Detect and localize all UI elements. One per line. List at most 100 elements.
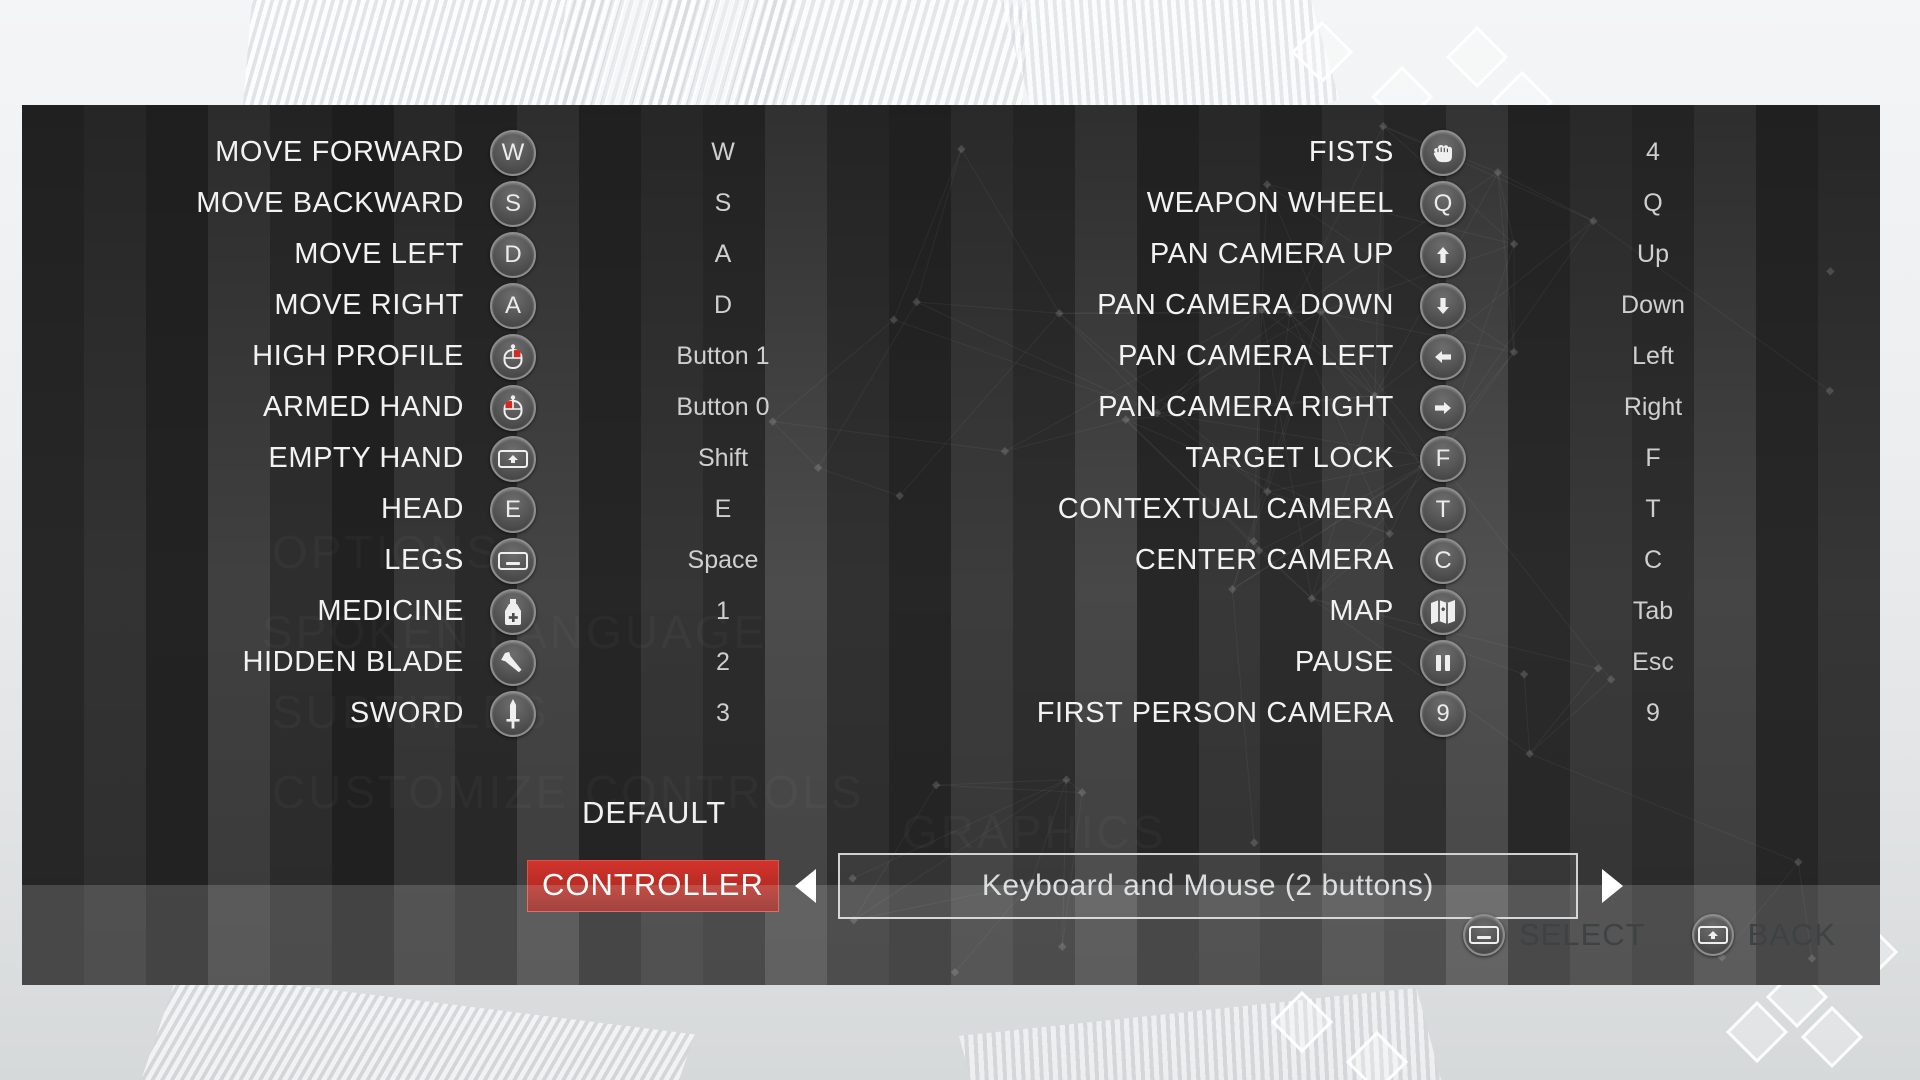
- binding-key-name: S: [714, 189, 732, 217]
- binding-key-name: 4: [1646, 138, 1660, 166]
- binding-badge-cell: [482, 333, 544, 380]
- key-badge-d[interactable]: D: [490, 231, 536, 278]
- feather-shape: [958, 987, 1462, 1080]
- binding-row[interactable]: MOVE FORWARD W W: [22, 127, 842, 178]
- binding-row[interactable]: TARGET LOCK F F: [952, 433, 1772, 484]
- binding-action-label: FIRST PERSON CAMERA: [1036, 697, 1394, 729]
- binding-key-name: Up: [1637, 240, 1669, 268]
- binding-key-name: E: [714, 495, 732, 523]
- binding-badge-cell: [482, 690, 544, 737]
- binding-action-label: PAUSE: [1294, 646, 1394, 678]
- binding-row[interactable]: MEDICINE 1: [22, 586, 842, 637]
- binding-action-label: PAN CAMERA RIGHT: [1098, 391, 1394, 423]
- shift-key-icon[interactable]: [490, 435, 536, 482]
- key-badge-e[interactable]: E: [490, 486, 536, 533]
- arrow-right-icon[interactable]: [1420, 384, 1466, 431]
- key-badge-c[interactable]: C: [1420, 537, 1466, 584]
- binding-badge-cell: [482, 435, 544, 482]
- binding-row[interactable]: HIGH PROFILE Button 1: [22, 331, 842, 382]
- binding-key-name: F: [1645, 444, 1661, 472]
- binding-row[interactable]: PAN CAMERA RIGHT Right: [952, 382, 1772, 433]
- preset-default-label[interactable]: DEFAULT: [582, 795, 726, 831]
- binding-row[interactable]: MAP Tab: [952, 586, 1772, 637]
- shift-key-icon: [1691, 914, 1734, 956]
- binding-row[interactable]: LEGS Space: [22, 535, 842, 586]
- binding-action-label: PAN CAMERA LEFT: [1118, 340, 1394, 372]
- binding-action-label: HIGH PROFILE: [252, 340, 464, 372]
- binding-action-label: LEGS: [384, 544, 464, 576]
- diamond-shape: [1445, 25, 1509, 89]
- arrow-up-icon[interactable]: [1420, 231, 1466, 278]
- binding-key-name: Left: [1632, 342, 1674, 370]
- mouse-right-button-icon[interactable]: [490, 333, 536, 380]
- binding-row[interactable]: PAN CAMERA UP Up: [952, 229, 1772, 280]
- key-badge-a[interactable]: A: [490, 282, 536, 329]
- potion-bottle-icon[interactable]: [490, 588, 536, 635]
- key-badge-label: C: [1434, 546, 1452, 574]
- binding-action-label: WEAPON WHEEL: [1146, 187, 1394, 219]
- binding-row[interactable]: SWORD 3: [22, 688, 842, 739]
- key-badge-label: F: [1435, 444, 1451, 472]
- binding-action-label: MOVE LEFT: [294, 238, 464, 270]
- binding-row[interactable]: FIRST PERSON CAMERA 9 9: [952, 688, 1772, 739]
- binding-row[interactable]: ARMED HAND Button 0: [22, 382, 842, 433]
- space-key-icon: [1462, 914, 1505, 956]
- binding-action-label: MAP: [1329, 595, 1394, 627]
- binding-badge-cell: [1412, 282, 1474, 329]
- binding-key-name: 3: [716, 699, 730, 727]
- binding-action-label: CENTER CAMERA: [1134, 544, 1394, 576]
- binding-badge-cell: T: [1412, 486, 1474, 533]
- binding-action-label: HIDDEN BLADE: [242, 646, 464, 678]
- key-badge-s[interactable]: S: [490, 180, 536, 227]
- sword-icon[interactable]: [490, 690, 536, 737]
- binding-key-name: Esc: [1632, 648, 1674, 676]
- binding-action-label: PAN CAMERA UP: [1149, 238, 1394, 270]
- fist-icon[interactable]: [1420, 129, 1466, 176]
- binding-row[interactable]: WEAPON WHEEL Q Q: [952, 178, 1772, 229]
- binding-row[interactable]: MOVE BACKWARD S S: [22, 178, 842, 229]
- binding-action-label: MOVE FORWARD: [215, 136, 464, 168]
- key-badge-label: W: [501, 138, 525, 166]
- binding-row[interactable]: MOVE RIGHT A D: [22, 280, 842, 331]
- binding-row[interactable]: PAUSE Esc: [952, 637, 1772, 688]
- binding-row[interactable]: PAN CAMERA LEFT Left: [952, 331, 1772, 382]
- binding-row[interactable]: CONTEXTUAL CAMERA T T: [952, 484, 1772, 535]
- binding-row[interactable]: FISTS 4: [952, 127, 1772, 178]
- binding-row[interactable]: EMPTY HAND Shift: [22, 433, 842, 484]
- space-key-icon[interactable]: [490, 537, 536, 584]
- key-badge-f[interactable]: F: [1420, 435, 1466, 482]
- binding-key-name: 9: [1646, 699, 1660, 727]
- footer-hint-back[interactable]: BACK: [1691, 914, 1836, 956]
- key-badge-label: 9: [1436, 699, 1450, 727]
- hidden-blade-icon[interactable]: [490, 639, 536, 686]
- map-icon[interactable]: [1420, 588, 1466, 635]
- binding-badge-cell: S: [482, 180, 544, 227]
- key-badge-label: Q: [1433, 189, 1453, 217]
- key-badge-9[interactable]: 9: [1420, 690, 1466, 737]
- binding-row[interactable]: CENTER CAMERA C C: [952, 535, 1772, 586]
- binding-action-label: HEAD: [381, 493, 464, 525]
- binding-action-label: MOVE BACKWARD: [196, 187, 464, 219]
- binding-badge-cell: W: [482, 129, 544, 176]
- binding-badge-cell: A: [482, 282, 544, 329]
- binding-row[interactable]: HEAD E E: [22, 484, 842, 535]
- diamond-shape: [1345, 1030, 1409, 1080]
- binding-badge-cell: [1412, 639, 1474, 686]
- binding-row[interactable]: HIDDEN BLADE 2: [22, 637, 842, 688]
- bindings-column-left: MOVE FORWARD W W MOVE BACKWARD S S MOVE LEFT D A…: [22, 127, 842, 739]
- key-badge-t[interactable]: T: [1420, 486, 1466, 533]
- arrow-down-icon[interactable]: [1420, 282, 1466, 329]
- mouse-left-button-icon[interactable]: [490, 384, 536, 431]
- key-badge-q[interactable]: Q: [1420, 180, 1466, 227]
- binding-key-name: A: [714, 240, 732, 268]
- pause-icon[interactable]: [1420, 639, 1466, 686]
- binding-key-name: T: [1645, 495, 1661, 523]
- diamond-shape: [1800, 1005, 1864, 1069]
- binding-row[interactable]: PAN CAMERA DOWN Down: [952, 280, 1772, 331]
- binding-badge-cell: F: [1412, 435, 1474, 482]
- binding-row[interactable]: MOVE LEFT D A: [22, 229, 842, 280]
- binding-key-name: Shift: [697, 444, 749, 472]
- arrow-left-icon[interactable]: [1420, 333, 1466, 380]
- key-badge-w[interactable]: W: [490, 129, 536, 176]
- footer-hint-select[interactable]: SELECT: [1462, 914, 1646, 956]
